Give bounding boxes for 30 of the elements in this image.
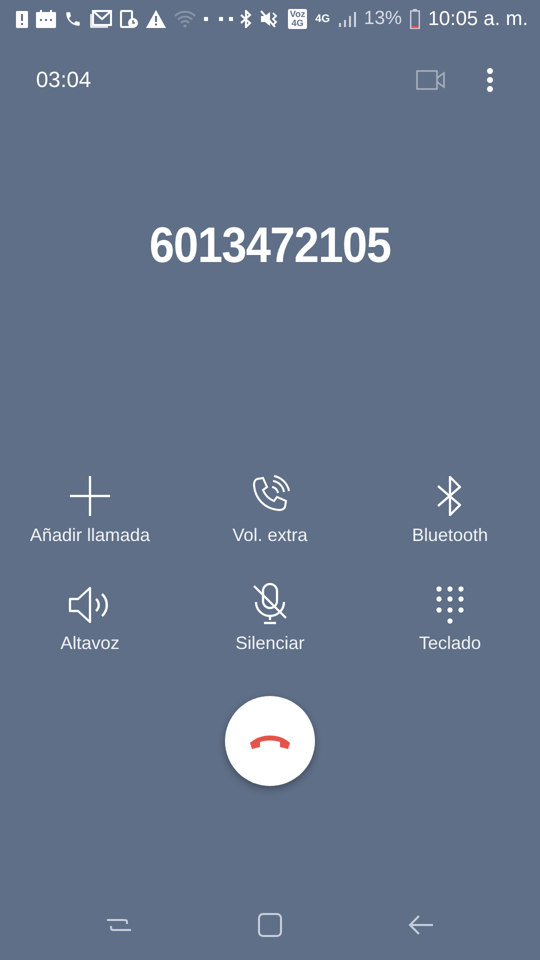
wifi-icon xyxy=(174,10,196,28)
tablet-clock-icon xyxy=(120,10,138,28)
battery-icon xyxy=(410,9,420,29)
volume-button[interactable]: Vol. extra xyxy=(180,450,360,546)
dots-icon xyxy=(204,17,233,21)
back-icon[interactable] xyxy=(408,914,434,936)
more-options-icon[interactable] xyxy=(486,68,494,92)
dialpad-icon xyxy=(435,585,465,625)
battery-percent: 13% xyxy=(364,8,402,30)
bluetooth-button[interactable]: Bluetooth xyxy=(360,450,540,546)
clock: 10:05 a. m. xyxy=(428,8,528,30)
phone-icon xyxy=(64,10,82,28)
mail-icon xyxy=(90,10,112,28)
network-label: 4G xyxy=(315,13,330,25)
phone-number: 6013472105 xyxy=(149,216,391,274)
mic-off-icon xyxy=(252,583,288,625)
home-icon[interactable] xyxy=(257,912,283,938)
bluetooth-icon xyxy=(240,10,252,28)
battery-alert-icon xyxy=(16,10,28,28)
call-duration: 03:04 xyxy=(36,67,92,93)
volte-badge: Voz 4G xyxy=(288,9,308,29)
plus-icon xyxy=(69,475,111,517)
add-button[interactable]: Añadir llamada xyxy=(0,450,180,546)
signal-icon xyxy=(338,10,356,28)
speaker-button[interactable]: Altavoz xyxy=(0,558,180,654)
warning-icon xyxy=(146,10,166,28)
calendar-icon xyxy=(36,10,56,28)
keypad-button[interactable]: Teclado xyxy=(360,558,540,654)
vibrate-mute-icon xyxy=(260,10,280,28)
mute-button[interactable]: Silenciar xyxy=(180,558,360,654)
